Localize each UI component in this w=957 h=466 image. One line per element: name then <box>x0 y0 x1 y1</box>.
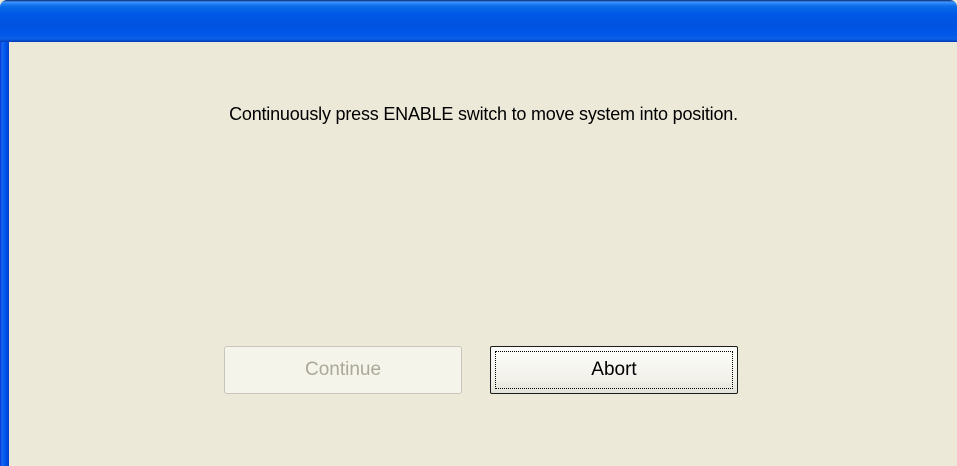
title-bar[interactable] <box>0 0 957 42</box>
abort-button[interactable]: Abort <box>490 346 738 394</box>
dialog-window: Continuously press ENABLE switch to move… <box>0 0 957 466</box>
continue-button[interactable]: Continue <box>224 346 462 394</box>
abort-button-label: Abort <box>591 359 637 380</box>
dialog-message: Continuously press ENABLE switch to move… <box>229 104 738 124</box>
